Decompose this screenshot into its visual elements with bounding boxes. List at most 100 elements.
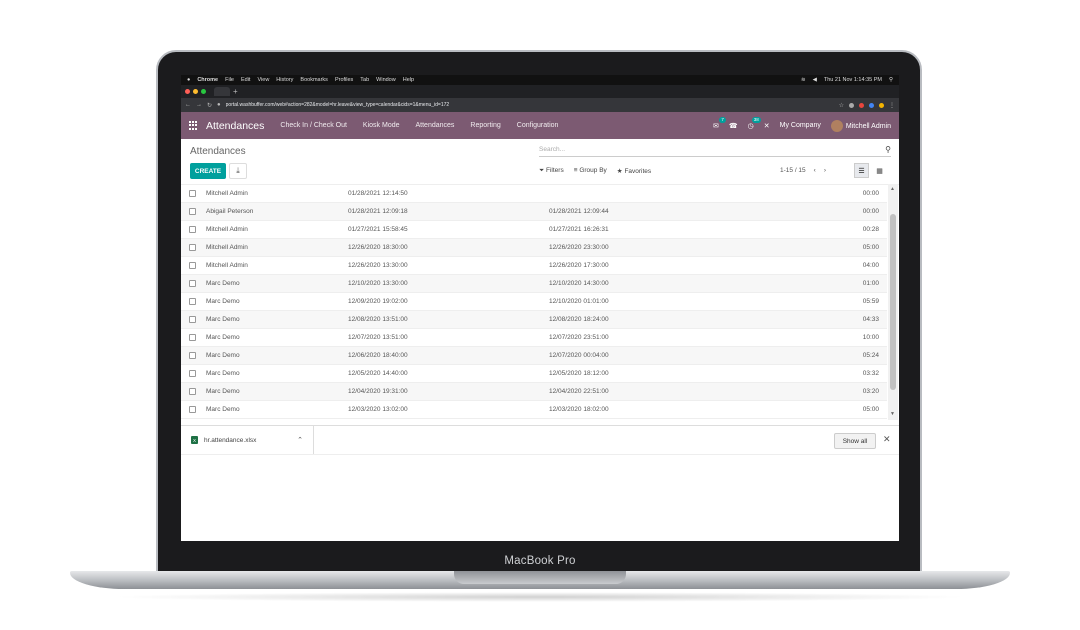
table-row[interactable]: Marc Demo 12/09/2020 19:02:00 12/10/2020 0… — [181, 293, 887, 311]
company-switcher[interactable]: My Company — [780, 122, 821, 129]
chevron-up-icon[interactable]: ⌃ — [297, 436, 303, 444]
apps-menu-icon[interactable] — [189, 121, 198, 130]
screen: ● Chrome File Edit View History Bookmark… — [181, 75, 899, 541]
row-checkbox[interactable] — [189, 280, 196, 287]
download-icon[interactable]: ⤓ — [229, 163, 247, 179]
check-out-cell: 12/26/2020 23:30:00 — [549, 244, 609, 251]
download-item[interactable]: X hr.attendance.xlsx ⌃ — [181, 426, 314, 454]
favorites-button[interactable]: ★ Favorites — [617, 167, 651, 175]
window-minimize-icon[interactable] — [193, 89, 198, 94]
chevron-left-icon[interactable]: ‹ — [814, 167, 816, 174]
browser-tab[interactable] — [214, 87, 230, 96]
scroll-down-icon[interactable]: ▼ — [890, 411, 895, 417]
table-row[interactable]: Marc Demo 12/03/2020 13:02:00 12/03/2020 1… — [181, 401, 887, 419]
row-checkbox[interactable] — [189, 226, 196, 233]
row-checkbox[interactable] — [189, 352, 196, 359]
chevron-right-icon[interactable]: › — [824, 167, 826, 174]
filters-button[interactable]: ⏷ Filters — [539, 167, 564, 175]
close-icon[interactable]: ✕ — [764, 122, 770, 130]
table-row[interactable]: Abigail Peterson 01/28/2021 12:09:18 01/28… — [181, 203, 887, 221]
table-row[interactable]: Mitchell Admin 12/26/2020 18:30:00 12/26/2… — [181, 239, 887, 257]
window-close-icon[interactable] — [185, 89, 190, 94]
table-row[interactable]: Marc Demo 12/04/2020 19:31:00 12/04/2020 2… — [181, 383, 887, 401]
table-row[interactable]: Marc Demo 12/06/2020 18:40:00 12/07/2020 0… — [181, 347, 887, 365]
search-input[interactable] — [539, 146, 886, 153]
volume-icon[interactable]: ◀ — [813, 77, 817, 83]
worked-hours-cell: 00:00 — [862, 190, 879, 197]
menubar-item-app[interactable]: Chrome — [197, 77, 218, 83]
table-row[interactable]: Marc Demo 12/08/2020 13:51:00 12/08/2020 1… — [181, 311, 887, 329]
menu-kiosk-mode[interactable]: Kiosk Mode — [363, 122, 400, 129]
menubar-item-edit[interactable]: Edit — [241, 77, 250, 83]
table-row[interactable]: Marc Demo 12/05/2020 14:40:00 12/05/2020 1… — [181, 365, 887, 383]
search-spotlight-icon[interactable]: ⚲ — [889, 77, 893, 83]
apple-icon[interactable]: ● — [187, 77, 190, 83]
extension-icon[interactable] — [869, 102, 874, 108]
menu-reporting[interactable]: Reporting — [470, 122, 500, 129]
group-by-button[interactable]: ≡ Group By — [574, 167, 607, 175]
table-row[interactable]: Marc Demo 12/07/2020 13:51:00 12/07/2020 2… — [181, 329, 887, 347]
employee-cell: Mitchell Admin — [206, 226, 248, 233]
row-checkbox[interactable] — [189, 406, 196, 413]
row-checkbox[interactable] — [189, 370, 196, 377]
row-checkbox[interactable] — [189, 298, 196, 305]
row-checkbox[interactable] — [189, 190, 196, 197]
bookmark-star-icon[interactable]: ☆ — [839, 102, 844, 109]
forward-icon[interactable]: → — [196, 102, 202, 108]
table-row[interactable]: Mitchell Admin 12/26/2020 13:30:00 12/26/2… — [181, 257, 887, 275]
row-checkbox[interactable] — [189, 388, 196, 395]
back-icon[interactable]: ← — [185, 102, 191, 108]
menubar-item-help[interactable]: Help — [403, 77, 414, 83]
extension-icon[interactable] — [849, 102, 854, 108]
scroll-thumb[interactable] — [890, 214, 896, 390]
browser-menu-icon[interactable]: ⋮ — [889, 102, 895, 109]
employee-cell: Marc Demo — [206, 280, 240, 287]
menubar-item-profiles[interactable]: Profiles — [335, 77, 353, 83]
row-checkbox[interactable] — [189, 262, 196, 269]
create-button[interactable]: CREATE — [190, 163, 226, 179]
menubar-item-file[interactable]: File — [225, 77, 234, 83]
list-view-icon[interactable]: ☰ — [854, 163, 869, 178]
kanban-view-icon[interactable]: ▦ — [872, 163, 887, 178]
user-menu[interactable]: Mitchell Admin — [830, 119, 891, 132]
new-tab-icon[interactable]: + — [233, 87, 238, 96]
scroll-up-icon[interactable]: ▲ — [890, 186, 895, 192]
employee-cell: Marc Demo — [206, 352, 240, 359]
pager-value[interactable]: 1-15 / 15 — [780, 167, 806, 174]
odoo-navbar: Attendances Check In / Check Out Kiosk M… — [181, 112, 899, 139]
row-checkbox[interactable] — [189, 316, 196, 323]
row-checkbox[interactable] — [189, 244, 196, 251]
extension-icon[interactable] — [859, 102, 864, 108]
search-icon[interactable]: ⚲ — [885, 145, 891, 154]
window-maximize-icon[interactable] — [201, 89, 206, 94]
row-checkbox[interactable] — [189, 334, 196, 341]
address-bar[interactable]: portal.washbuffer.com/web#action=282&mod… — [226, 102, 834, 108]
menu-configuration[interactable]: Configuration — [517, 122, 559, 129]
table-row[interactable]: Marc Demo 12/10/2020 13:30:00 12/10/2020 1… — [181, 275, 887, 293]
table-row[interactable]: Mitchell Admin 01/28/2021 12:14:50 00:00 — [181, 185, 887, 203]
site-info-icon[interactable]: ● — [217, 102, 221, 108]
activity-icon[interactable]: ◷ 38 — [748, 116, 761, 130]
menu-attendances[interactable]: Attendances — [416, 122, 455, 129]
menu-check-in-out[interactable]: Check In / Check Out — [280, 122, 347, 129]
menubar-clock[interactable]: Thu 21 Nov 1:14:35 PM — [824, 77, 882, 83]
reload-icon[interactable]: ↻ — [207, 102, 212, 109]
menubar-item-window[interactable]: Window — [376, 77, 396, 83]
table-row[interactable]: Mitchell Admin 01/27/2021 15:58:45 01/27/2… — [181, 221, 887, 239]
menubar-item-view[interactable]: View — [257, 77, 269, 83]
app-name[interactable]: Attendances — [206, 120, 264, 132]
wifi-icon[interactable]: ≋ — [801, 77, 806, 83]
scrollbar[interactable]: ▲ ▼ — [888, 184, 898, 420]
profile-icon[interactable] — [879, 102, 884, 108]
menubar-item-bookmarks[interactable]: Bookmarks — [300, 77, 328, 83]
close-icon[interactable]: ✕ — [883, 434, 891, 445]
show-all-button[interactable]: Show all — [834, 433, 876, 449]
check-in-cell: 12/03/2020 13:02:00 — [348, 406, 408, 413]
phone-icon[interactable]: ☎ — [729, 122, 738, 130]
menubar-item-history[interactable]: History — [276, 77, 293, 83]
check-in-cell: 12/06/2020 18:40:00 — [348, 352, 408, 359]
menubar-item-tab[interactable]: Tab — [360, 77, 369, 83]
messages-icon[interactable]: ✉ 7 — [713, 116, 726, 130]
pager: 1-15 / 15 ‹ › — [780, 167, 826, 174]
row-checkbox[interactable] — [189, 208, 196, 215]
